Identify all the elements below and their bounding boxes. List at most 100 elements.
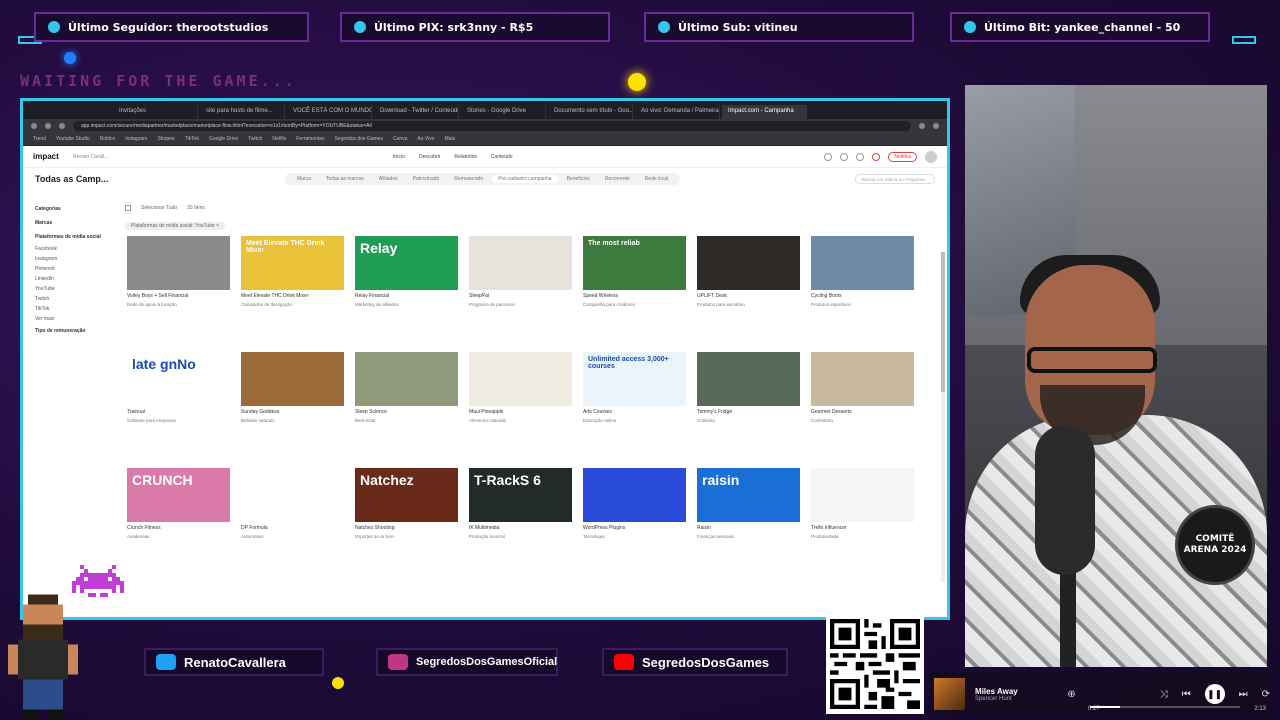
campaign-thumbnail[interactable] [811,352,914,406]
campaign-card[interactable]: Unlimited access 3,000+ courses Arts Cour… [583,352,686,423]
campaign-thumbnail[interactable] [697,352,800,406]
sidebar-filter-option[interactable]: TikTok [35,304,115,314]
campaign-card[interactable]: late gnNo Trainual Software para empresas [127,352,230,423]
campaign-thumbnail[interactable] [811,468,914,522]
campaign-card[interactable]: UPLIFT Desk Produtos para escritório [697,236,800,307]
campaign-card[interactable]: Meet Elevate THC Drink Mixer Meet Elevate… [241,236,344,307]
bookmark-item[interactable]: Twitch [248,136,262,142]
filter-tab[interactable]: Todas as marcas [320,175,370,183]
nav-descobrir[interactable]: Descobrir [419,154,440,160]
select-all-checkbox[interactable] [125,205,131,211]
campaign-thumbnail[interactable]: Natchez [355,468,458,522]
sidebar-filter-option[interactable]: Pinterest [35,264,115,274]
filter-tab[interactable]: Recorrente [599,175,636,183]
bookmark-item[interactable]: TikTok [185,136,199,142]
sidebar-filter-option[interactable]: YouTube [35,284,115,294]
filter-tab[interactable]: Pré-cadastro campanha [492,175,558,183]
extension-icon[interactable] [919,123,925,129]
campaign-card[interactable]: Gourmet Desserts Confeitaria [811,352,914,423]
campaign-thumbnail[interactable] [469,352,572,406]
reload-icon[interactable] [59,123,65,129]
browser-tab[interactable]: VOCÊ ESTÁ COM O MUNDO [287,105,372,119]
shuffle-icon[interactable]: ⤨ [1160,689,1168,700]
bookmark-item[interactable]: Trend [33,136,46,142]
campaign-thumbnail[interactable]: Unlimited access 3,000+ courses [583,352,686,406]
campaign-thumbnail[interactable] [583,468,686,522]
search-icon[interactable] [824,152,833,161]
campaign-thumbnail[interactable]: raisin [697,468,800,522]
campaign-thumbnail[interactable]: Relay [355,236,458,290]
sidebar-filter-option[interactable]: Facebook [35,244,115,254]
browser-tab[interactable]: Download - Twitter / Conteúdo [374,105,459,119]
browser-tab-active[interactable]: Impact.com - Campanha [722,105,807,119]
campaign-thumbnail[interactable] [127,236,230,290]
campaign-thumbnail[interactable] [469,236,572,290]
browser-tab[interactable]: Invitações [113,105,198,119]
campaign-card[interactable]: Cycling Boots Produtos esportivos [811,236,914,307]
filter-tab[interactable]: Afiliados [373,175,404,183]
campaign-thumbnail[interactable] [241,352,344,406]
bookmark-item[interactable]: Canva [393,136,407,142]
sidebar-filter-option[interactable]: Instagram [35,254,115,264]
campaign-card[interactable]: Tommy's Fridge Culinária [697,352,800,423]
browser-tab[interactable]: Ao vivo: Demanda / Palmeiras [635,105,720,119]
bookmark-item[interactable]: Roblox [100,136,116,142]
sidebar-filter-option[interactable]: LinkedIn [35,274,115,284]
bookmark-item[interactable]: Ferramentas [296,136,324,142]
campaign-card[interactable]: Volley Boys + Sell Financial Rede de apoi… [127,236,230,307]
repeat-icon[interactable]: ⟳ [1262,689,1270,700]
campaign-card[interactable]: Relay Relay Financial Marketing de afiliad… [355,236,458,307]
campaign-card[interactable]: raisin Raisin Finanças pessoais [697,468,800,539]
filter-tab[interactable]: Remunerado [448,175,489,183]
impact-logo[interactable]: impact [33,152,73,161]
page-scrollbar[interactable] [941,252,945,582]
sidebar-filter-option[interactable]: Ver mais [35,314,115,324]
active-filter-chip[interactable]: Plataformas de mídia social: YouTube × [125,222,226,230]
campaign-thumbnail[interactable]: Meet Elevate THC Drink Mixer [241,236,344,290]
filter-tab[interactable]: Patrocinado [407,175,446,183]
sidebar-filter-option[interactable]: Twitch [35,294,115,304]
campaign-thumbnail[interactable] [697,236,800,290]
campaign-card[interactable]: Natchez Natchez Shooting Esportes ao ar li… [355,468,458,539]
campaign-card[interactable]: Sleep Science Bem-estar [355,352,458,423]
campaign-card[interactable]: Maui Pineapple Alimentos naturais [469,352,572,423]
refresh-icon[interactable] [840,152,849,161]
campaign-card[interactable]: Sunday Goddess Bebidas naturais [241,352,344,423]
next-icon[interactable]: ⏭ [1239,689,1248,700]
filter-tab[interactable]: Marca [291,175,317,183]
nav-relatorios[interactable]: Relatórios [454,154,477,160]
bookmark-item[interactable]: Mais [445,136,456,142]
campaign-thumbnail[interactable] [355,352,458,406]
add-icon[interactable]: ⊕ [1067,689,1075,700]
filter-tab[interactable]: Rede local [639,175,675,183]
bookmark-item[interactable]: Netflix [272,136,286,142]
avatar[interactable] [925,150,937,163]
sidebar-section-header[interactable]: Tipo de remuneração [35,324,115,338]
campaign-thumbnail[interactable]: CRUNCH [127,468,230,522]
campaign-thumbnail[interactable]: The most reliab [583,236,686,290]
campaign-card[interactable]: The most reliab Speed Wireless Campanha pa… [583,236,686,307]
campaign-thumbnail[interactable] [811,236,914,290]
bookmark-item[interactable]: Segredos dos Games [335,136,383,142]
campaign-thumbnail[interactable] [241,468,344,522]
url-input[interactable]: app.impact.com/secure/mediapartner/marke… [73,121,911,131]
sidebar-section-header[interactable]: Plataformas de mídia social [35,230,115,244]
campaign-card[interactable]: CRUNCH Crunch Fitness Academias [127,468,230,539]
nav-conteudo[interactable]: Conteúdo [491,154,513,160]
bookmark-item[interactable]: Ao Vivo [417,136,434,142]
browser-tab[interactable]: Documento sem título - Goo... [548,105,633,119]
sidebar-section-header[interactable]: Marcas [35,216,115,230]
account-switcher[interactable]: Renato Cavall... [73,154,133,160]
campaign-card[interactable]: WordPress Plugins Tecnologia [583,468,686,539]
track-progress[interactable] [1090,706,1240,708]
bell-icon[interactable] [872,152,881,161]
campaign-card[interactable]: Trello Influencer Produtividade [811,468,914,539]
bookmark-item[interactable]: Shopee [157,136,174,142]
bookmark-item[interactable]: Youtube Studio [56,136,90,142]
forward-icon[interactable] [45,123,51,129]
browser-tab[interactable]: site para hosts de filme... [200,105,285,119]
filter-tab[interactable]: Benefícios [561,175,596,183]
sidebar-section-header[interactable]: Categorias [35,202,115,216]
back-icon[interactable] [31,123,37,129]
profile-icon[interactable] [933,123,939,129]
